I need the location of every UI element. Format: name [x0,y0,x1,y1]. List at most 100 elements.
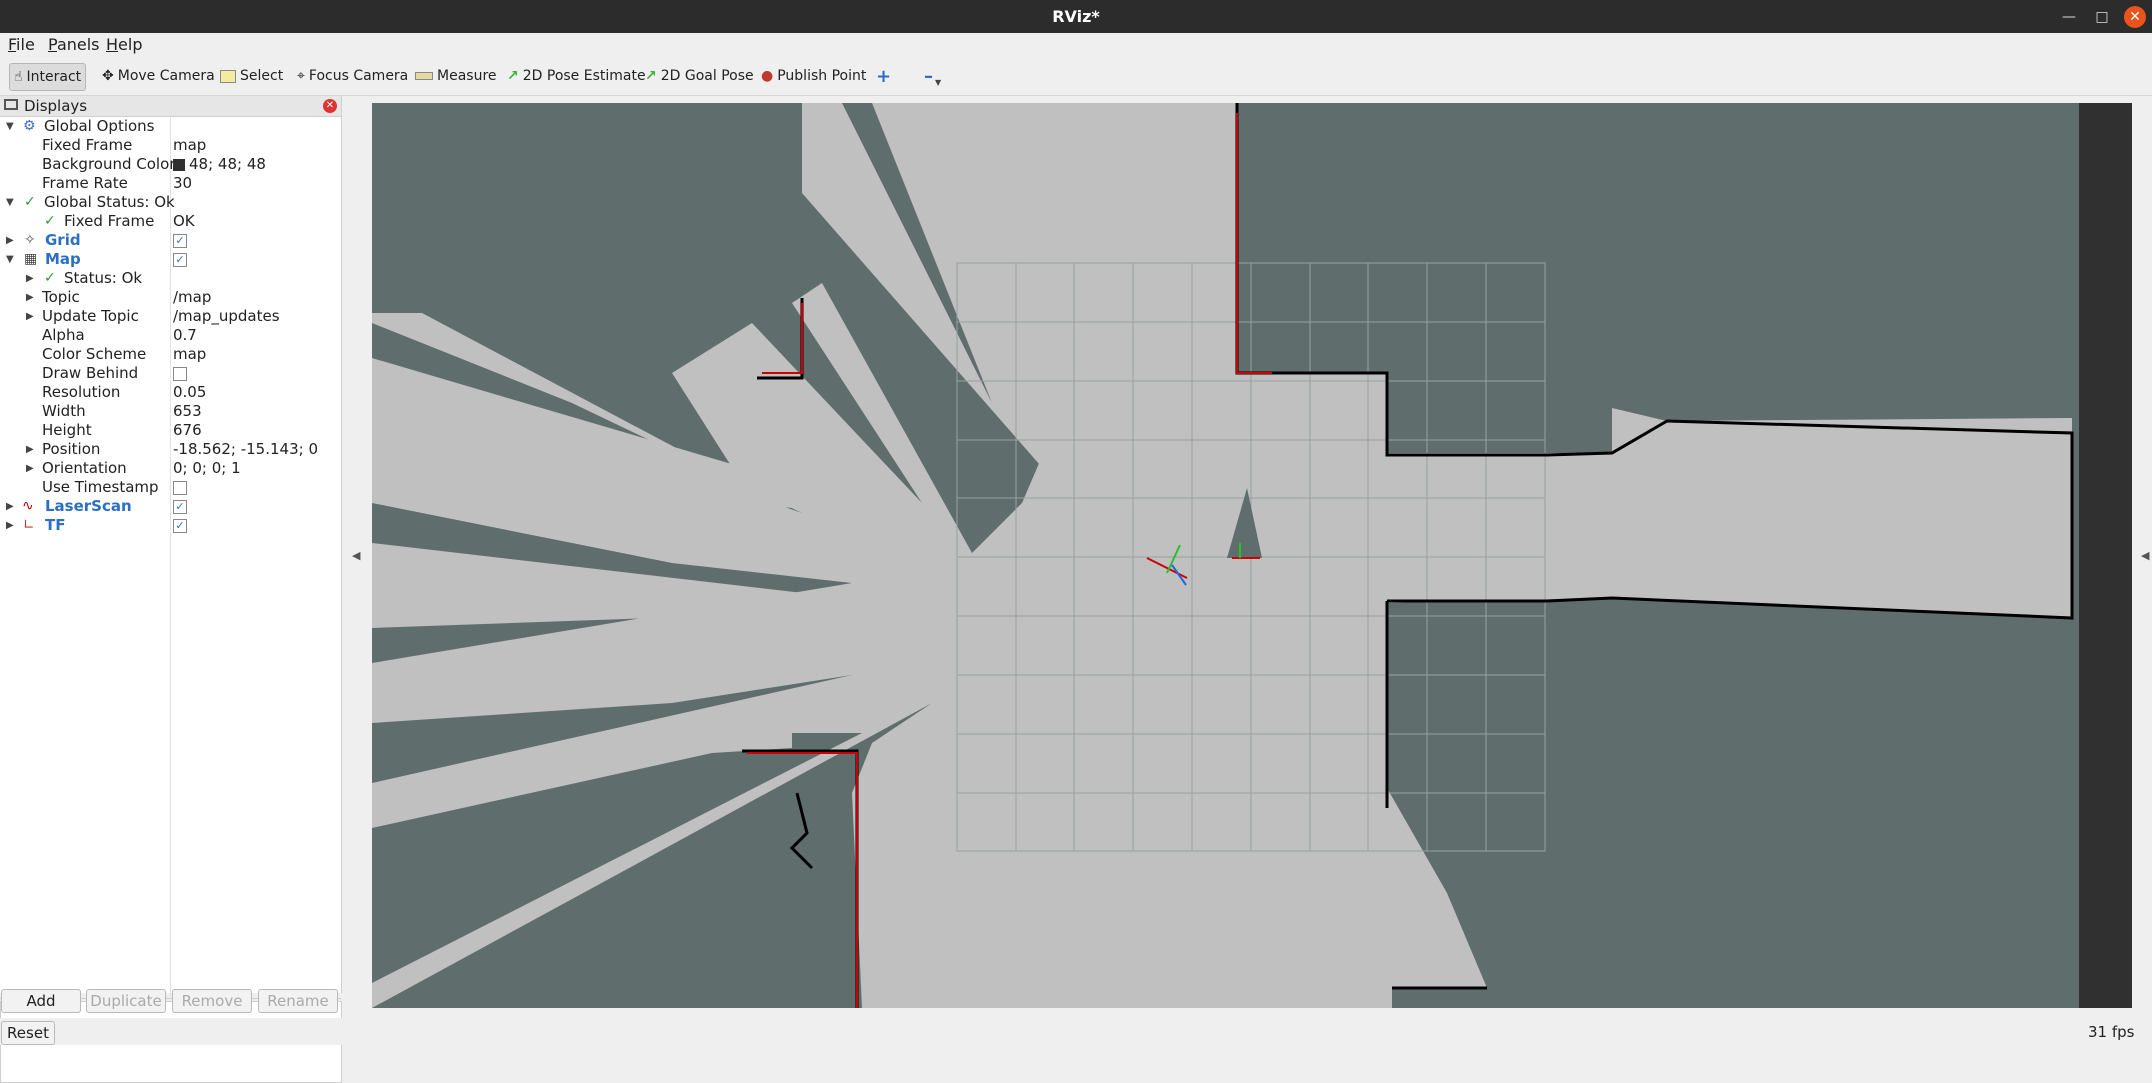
tree-value[interactable]: 48; 48; 48 [173,155,266,174]
duplicate-button[interactable]: Duplicate [86,989,166,1013]
tree-row-use-timestamp[interactable]: Use Timestamp [0,478,340,497]
move-camera-label: Move Camera [117,68,215,84]
right-collapse-handle-icon[interactable]: ◀ [2141,549,2149,562]
tree-label: Width [42,402,86,420]
rename-button[interactable]: Rename [258,989,338,1013]
displays-tree: ▼ ⚙ Global Options Fixed Frame map Backg… [0,117,341,997]
interact-tool-button[interactable]: ☝ Interact [9,63,87,91]
tree-value[interactable]: 0.7 [173,326,197,345]
goal-pose-tool-button[interactable]: ↗ 2D Goal Pose [641,63,758,89]
tree-row-alpha[interactable]: Alpha 0.7 [0,326,340,345]
add-tool-button[interactable]: + [872,63,895,89]
tree-row-topic[interactable]: ▶ Topic /map [0,288,340,307]
gear-icon: ⚙ [23,118,36,134]
reset-button[interactable]: Reset [1,1021,55,1045]
collapse-arrow-icon[interactable]: ▶ [6,231,14,250]
goal-pose-label: 2D Goal Pose [660,68,754,84]
tree-label: Global Options [44,117,155,135]
tree-row-orientation[interactable]: ▶ Orientation 0; 0; 0; 1 [0,459,340,478]
remove-tool-button[interactable]: – ▼ [920,63,945,89]
collapse-arrow-icon[interactable]: ▶ [6,516,14,535]
laserscan-enable-checkbox[interactable]: ✓ [173,500,187,514]
tree-row-height[interactable]: Height 676 [0,421,340,440]
viewport-right-band [2079,103,2132,1008]
checkmark-icon: ✓ [44,213,56,229]
collapse-arrow-icon[interactable]: ▶ [6,497,14,516]
tree-row-update-topic[interactable]: ▶ Update Topic /map_updates [0,307,340,326]
green-arrow-icon: ↗ [645,68,657,84]
plus-icon: + [876,65,892,87]
tree-row-global-options[interactable]: ▼ ⚙ Global Options [0,117,340,136]
map-enable-checkbox[interactable]: ✓ [173,253,187,267]
ruler-icon [415,72,433,80]
tree-row-color-scheme[interactable]: Color Scheme map [0,345,340,364]
tree-value: 0; 0; 0; 1 [173,459,241,477]
tree-label: Background Color [42,155,176,173]
tree-value[interactable]: /map_updates [173,307,280,326]
tree-value[interactable]: map [173,345,206,364]
tree-row-laserscan[interactable]: ▶ ∿ LaserScan ✓ [0,497,340,516]
tree-row-fixed-frame[interactable]: Fixed Frame map [0,136,340,155]
left-collapse-handle-icon[interactable]: ◀ [352,549,360,562]
tree-value[interactable]: 30 [173,174,192,193]
chevron-down-icon: ▼ [935,77,942,87]
render-viewport[interactable] [372,103,2132,1008]
minimize-icon[interactable]: — [2058,6,2080,28]
expand-arrow-icon[interactable]: ▼ [6,117,14,136]
tree-row-tf[interactable]: ▶ ∟ TF ✓ [0,516,340,535]
measure-tool-button[interactable]: Measure [411,63,501,89]
green-arrow-icon: ↗ [507,68,519,84]
tree-row-map-status[interactable]: ▶ ✓ Status: Ok [0,269,340,288]
tree-row-position[interactable]: ▶ Position -18.562; -15.143; 0 [0,440,340,459]
move-icon: ✥ [102,68,114,84]
move-camera-tool-button[interactable]: ✥ Move Camera [98,63,219,89]
tree-row-draw-behind[interactable]: Draw Behind [0,364,340,383]
tree-label: Fixed Frame [64,212,155,230]
pose-estimate-tool-button[interactable]: ↗ 2D Pose Estimate [503,63,650,89]
focus-camera-tool-button[interactable]: ⌖ Focus Camera [293,63,412,89]
select-label: Select [240,68,284,84]
tree-row-gs-fixed-frame[interactable]: ✓ Fixed Frame OK [0,212,340,231]
menu-panels[interactable]: Panels [48,35,100,54]
tree-row-background-color[interactable]: Background Color 48; 48; 48 [0,155,340,174]
focus-icon: ⌖ [297,68,305,84]
fps-readout: 31 fps [2088,1023,2135,1041]
grid-enable-checkbox[interactable]: ✓ [173,234,187,248]
tree-label: Height [42,421,92,439]
tree-row-resolution[interactable]: Resolution 0.05 [0,383,340,402]
tree-row-grid[interactable]: ▶ ✧ Grid ✓ [0,231,340,250]
menu-file[interactable]: File [8,35,35,54]
draw-behind-checkbox[interactable] [173,367,187,381]
tree-label: Update Topic [42,307,139,325]
tool-bar: ☝ Interact ✥ Move Camera Select ⌖ Focus Cam… [0,57,2152,96]
publish-point-tool-button[interactable]: ● Publish Point [757,63,870,89]
color-value: 48; 48; 48 [189,155,266,173]
tree-label: Topic [42,288,80,306]
tree-value[interactable]: /map [173,288,211,307]
maximize-icon[interactable]: □ [2091,6,2113,28]
remove-button[interactable]: Remove [172,989,252,1013]
tree-label: Draw Behind [42,364,139,382]
map-render [372,103,2132,1008]
select-tool-button[interactable]: Select [216,63,287,89]
expand-arrow-icon[interactable]: ▼ [6,193,14,212]
tree-value[interactable]: map [173,136,206,155]
tf-enable-checkbox[interactable]: ✓ [173,519,187,533]
tree-row-frame-rate[interactable]: Frame Rate 30 [0,174,340,193]
collapse-arrow-icon[interactable]: ▶ [26,269,34,288]
close-icon[interactable]: ✕ [2124,6,2146,28]
tree-row-global-status[interactable]: ▼ ✓ Global Status: Ok [0,193,340,212]
collapse-arrow-icon[interactable]: ▶ [26,307,34,326]
tree-row-width[interactable]: Width 653 [0,402,340,421]
collapse-arrow-icon[interactable]: ▶ [26,440,34,459]
tree-row-map[interactable]: ▼ ▦ Map ✓ [0,250,340,269]
tree-value: -18.562; -15.143; 0 [173,440,318,458]
collapse-arrow-icon[interactable]: ▶ [26,459,34,478]
menu-help[interactable]: Help [106,35,142,54]
add-button[interactable]: Add [1,989,81,1013]
expand-arrow-icon[interactable]: ▼ [6,250,14,269]
tf-axes-icon: ∟ [23,517,35,533]
panel-close-icon[interactable]: ✕ [323,99,337,113]
use-timestamp-checkbox[interactable] [173,481,187,495]
collapse-arrow-icon[interactable]: ▶ [26,288,34,307]
